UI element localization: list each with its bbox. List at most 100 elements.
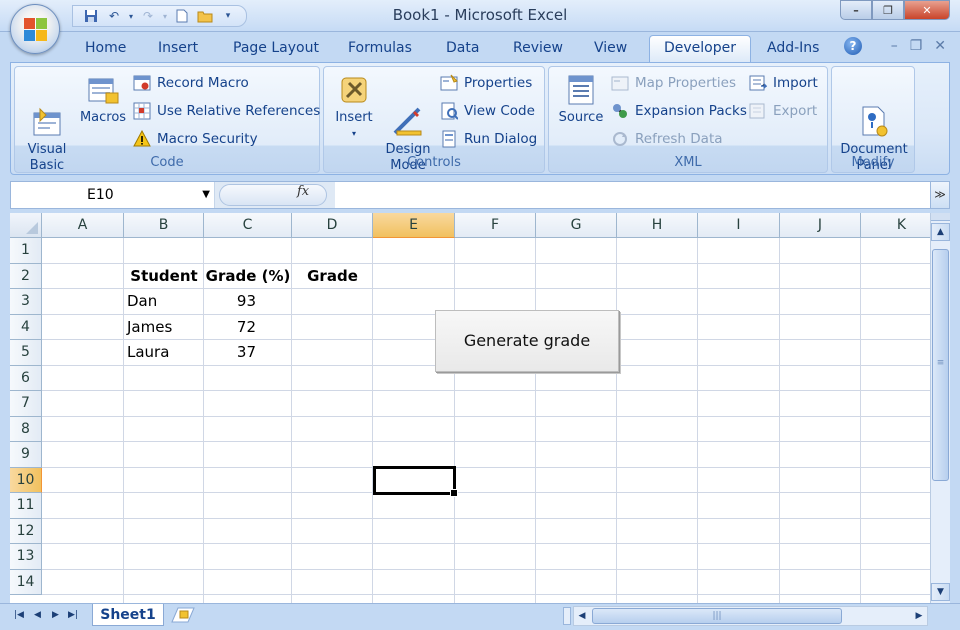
column-header-k[interactable]: K [861,213,930,238]
properties-button[interactable]: Properties [440,74,532,92]
import-button[interactable]: Import [749,74,818,92]
tab-formulas[interactable]: Formulas [348,40,412,56]
column-header-a[interactable]: A [42,213,124,238]
cell-b2[interactable]: Student [124,264,204,290]
next-sheet-icon[interactable]: ▶ [52,610,59,620]
refresh-data-button[interactable]: Refresh Data [611,130,723,148]
row-header-5[interactable]: 5 [10,340,42,366]
expand-formula-bar-icon[interactable]: ≫ [930,181,950,209]
tab-add-ins[interactable]: Add-Ins [767,40,819,56]
run-dialog-button[interactable]: Run Dialog [440,130,537,148]
generate-grade-button[interactable]: Generate grade [435,310,619,372]
undo-dropdown-icon[interactable]: ▾ [127,7,135,25]
macros-icon [86,73,120,107]
cell-b4[interactable]: James [127,315,172,341]
sheet-tab-sheet1[interactable]: Sheet1 [92,604,164,626]
doc-minimize-button[interactable]: – [891,38,898,54]
insert-sheet-icon[interactable] [166,607,200,625]
cell-c2[interactable]: Grade (%) [204,264,292,290]
row-header-4[interactable]: 4 [10,314,42,340]
scroll-right-icon[interactable]: ▶ [911,607,927,625]
tab-developer[interactable]: Developer [649,35,752,63]
export-button[interactable]: Export [749,102,817,120]
redo-icon[interactable]: ↷ [138,7,158,25]
insert-function-icon[interactable]: fx [297,184,309,199]
doc-close-button[interactable]: ✕ [934,38,946,54]
column-header-b[interactable]: B [124,213,204,238]
column-header-c[interactable]: C [204,213,292,238]
redo-dropdown-icon[interactable]: ▾ [161,7,169,25]
vertical-scrollbar[interactable]: ▲ ≡ ▼ [930,213,950,603]
column-header-i[interactable]: I [698,213,780,238]
worksheet-grid[interactable]: ABCDEFGHIJK 1 2 3 4 5 6 7 8 9 10 11 12 13 14 Student G… [10,213,930,603]
use-relative-references-button[interactable]: Use Relative References [133,102,320,120]
row-header-2[interactable]: 2 [10,263,42,289]
row-header-8[interactable]: 8 [10,416,42,442]
save-icon[interactable] [81,7,101,25]
undo-icon[interactable]: ↶ [104,7,124,25]
tab-insert[interactable]: Insert [158,40,198,56]
row-header-6[interactable]: 6 [10,365,42,391]
row-header-14[interactable]: 14 [10,569,42,595]
source-button[interactable]: Source [555,73,607,126]
row-header-11[interactable]: 11 [10,493,42,519]
tab-split-handle[interactable] [563,607,571,625]
tab-home[interactable]: Home [85,40,126,56]
grid-line [42,568,930,570]
insert-control-button[interactable]: Insert ▾ [330,73,378,142]
name-box-dropdown-icon[interactable]: ▼ [202,182,210,208]
scroll-up-icon[interactable]: ▲ [931,223,950,241]
cell-d2[interactable]: Grade [292,264,373,290]
doc-restore-button[interactable]: ❐ [910,38,923,54]
column-header-d[interactable]: D [292,213,373,238]
column-header-f[interactable]: F [455,213,536,238]
minimize-button[interactable]: – [840,0,872,20]
horizontal-scrollbar[interactable]: ◀ ||| ▶ [573,606,928,626]
tab-review[interactable]: Review [513,40,563,56]
cell-b3[interactable]: Dan [127,289,157,315]
prev-sheet-icon[interactable]: ◀ [34,610,41,620]
row-header-9[interactable]: 9 [10,442,42,468]
macros-button[interactable]: Macros [77,73,129,126]
column-header-g[interactable]: G [536,213,617,238]
restore-button[interactable]: ❐ [872,0,904,20]
scroll-down-icon[interactable]: ▼ [931,583,950,601]
office-button[interactable] [10,4,60,54]
tab-page-layout[interactable]: Page Layout [233,40,319,56]
row-header-3[interactable]: 3 [10,289,42,315]
formula-bar-resize-handle[interactable] [219,184,327,206]
cell-b5[interactable]: Laura [127,340,169,366]
row-header-1[interactable]: 1 [10,238,42,264]
cell-c4[interactable]: 72 [204,315,256,341]
horizontal-scroll-thumb[interactable]: ||| [592,608,842,624]
last-sheet-icon[interactable]: ▶| [68,610,78,620]
cell-c5[interactable]: 37 [204,340,256,366]
scroll-left-icon[interactable]: ◀ [574,607,590,625]
formula-input[interactable] [337,182,927,208]
expansion-packs-button[interactable]: Expansion Packs [611,102,747,120]
column-header-h[interactable]: H [617,213,698,238]
first-sheet-icon[interactable]: |◀ [14,610,24,620]
cell-c3[interactable]: 93 [204,289,256,315]
close-button[interactable]: ✕ [904,0,950,20]
row-header-7[interactable]: 7 [10,391,42,417]
tab-view[interactable]: View [594,40,627,56]
new-document-icon[interactable] [172,7,192,25]
column-header-e[interactable]: E [373,213,455,238]
help-icon[interactable]: ? [844,37,862,55]
column-header-j[interactable]: J [780,213,861,238]
name-box[interactable]: E10 ▼ [11,182,215,208]
row-header-13[interactable]: 13 [10,544,42,570]
record-macro-button[interactable]: Record Macro [133,74,249,92]
split-box-icon[interactable] [931,213,950,221]
row-header-12[interactable]: 12 [10,518,42,544]
select-all-button[interactable] [10,213,42,238]
macro-security-button[interactable]: Macro Security [133,130,258,148]
vertical-scroll-thumb[interactable]: ≡ [932,249,949,481]
map-properties-button[interactable]: Map Properties [611,74,736,92]
customize-toolbar-icon[interactable]: ▾ [218,7,238,25]
view-code-button[interactable]: View Code [440,102,535,120]
row-header-10[interactable]: 10 [10,467,42,493]
open-folder-icon[interactable] [195,7,215,25]
tab-data[interactable]: Data [446,40,479,56]
